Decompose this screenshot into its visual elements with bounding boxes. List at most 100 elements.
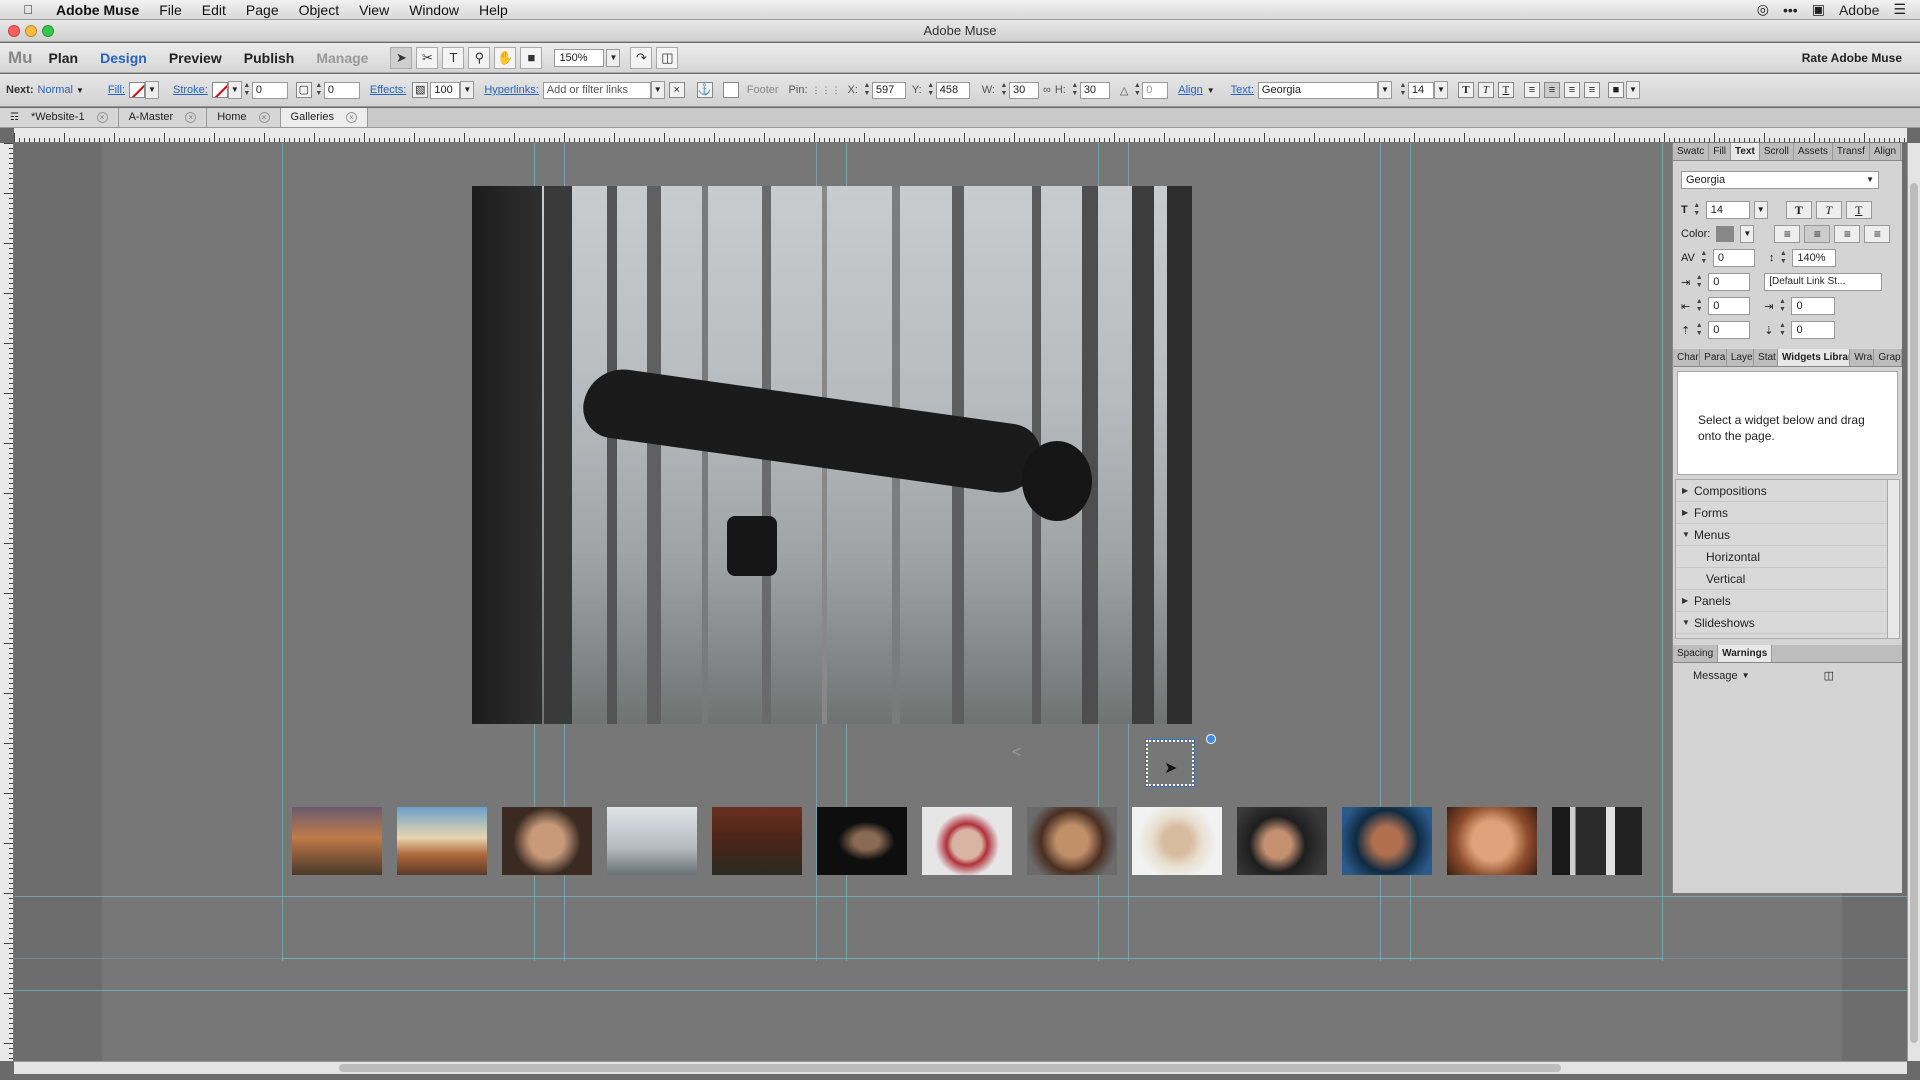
vertical-scrollbar[interactable] (1907, 143, 1920, 1061)
user-menu[interactable]: Adobe (1839, 2, 1879, 18)
thumbnail-10[interactable] (1237, 807, 1327, 875)
link-style-select[interactable]: [Default Link St... (1764, 273, 1883, 291)
horizontal-scroll-thumb[interactable] (339, 1064, 1561, 1072)
footer-guide[interactable] (14, 990, 1907, 991)
close-window-button[interactable] (8, 25, 20, 37)
panel-align-right-icon[interactable]: ≡ (1834, 225, 1861, 243)
tab-states[interactable]: Stat (1754, 349, 1778, 366)
corner-radius-stepper[interactable]: ▲ ▼ (314, 82, 324, 99)
previous-arrow-icon[interactable]: < (1012, 744, 1021, 762)
right-indent-field[interactable]: 0 (1791, 297, 1836, 315)
display-icon[interactable]: ▣ (1812, 1, 1825, 18)
vertical-ruler[interactable] (0, 143, 14, 1061)
rectangle-tool-icon[interactable]: ■ (520, 46, 543, 69)
widget-category-forms[interactable]: ▶ Forms (1676, 502, 1899, 524)
rate-adobe-muse-link[interactable]: Rate Adobe Muse (1802, 51, 1902, 65)
tab-swatches[interactable]: Swatc (1673, 143, 1710, 160)
hyperlinks-label[interactable]: Hyperlinks: (484, 84, 538, 96)
font-family-dropdown-icon[interactable]: ▼ (1377, 81, 1392, 99)
tracking-field[interactable]: 0 (1712, 249, 1755, 267)
h-stepper[interactable]: ▲ ▼ (1070, 82, 1080, 99)
panel-size-dropdown-icon[interactable]: ▼ (1753, 201, 1768, 219)
text-color-dropdown-icon[interactable]: ▼ (1740, 225, 1755, 243)
thumbnail-1[interactable] (292, 807, 382, 875)
tab-fill[interactable]: Fill (1709, 143, 1732, 160)
align-left-icon[interactable]: ≡ (1523, 82, 1540, 98)
menu-file[interactable]: File (149, 2, 192, 18)
widget-category-compositions[interactable]: ▶ Compositions (1676, 480, 1899, 502)
widgets-scrollbar[interactable] (1887, 480, 1899, 638)
font-size-stepper[interactable]: ▲ ▼ (1398, 82, 1408, 99)
view-options-icon[interactable]: ◫ (656, 46, 679, 69)
menu-object[interactable]: Object (289, 2, 349, 18)
widget-item-vertical[interactable]: Vertical (1676, 568, 1899, 590)
menu-help[interactable]: Help (469, 2, 518, 18)
thumbnail-4[interactable] (607, 807, 697, 875)
tab-spacing[interactable]: Spacing (1673, 645, 1719, 662)
tracking-stepper[interactable]: ▲ ▼ (1699, 250, 1709, 267)
thumbnail-13[interactable] (1552, 807, 1642, 875)
thumbnail-9[interactable] (1132, 807, 1222, 875)
chevron-down-icon[interactable]: ▼ (1742, 671, 1750, 680)
fill-label[interactable]: Fill: (108, 84, 125, 96)
text-color-icon[interactable]: ■ (1607, 82, 1624, 98)
close-icon[interactable]: × (258, 112, 270, 123)
widget-category-menus[interactable]: ▼ Menus (1676, 524, 1899, 546)
menu-window[interactable]: Window (399, 2, 469, 18)
fill-dropdown-icon[interactable]: ▼ (145, 81, 159, 99)
app-menu[interactable]: Adobe Muse (46, 2, 149, 18)
underline-button[interactable]: T (1497, 82, 1514, 98)
stroke-swatch[interactable] (211, 82, 228, 98)
camera-status-icon[interactable]: ◎ (1757, 1, 1769, 18)
place-image-icon[interactable]: ↷ (630, 46, 653, 69)
tab-align[interactable]: Align (1870, 143, 1902, 160)
thumbnail-12[interactable] (1447, 807, 1537, 875)
selection-tool-icon[interactable]: ➤ (390, 46, 413, 69)
indent-stepper[interactable]: ▲ ▼ (1694, 274, 1704, 291)
tab-assets[interactable]: Assets (1794, 143, 1833, 160)
fill-swatch[interactable] (129, 82, 145, 98)
horizontal-ruler[interactable] (14, 128, 1907, 143)
x-field[interactable]: 597 (871, 81, 906, 99)
opacity-dropdown-icon[interactable]: ▼ (460, 81, 475, 99)
tab-home[interactable]: Home × (207, 108, 281, 127)
thumbnail-5[interactable] (712, 807, 802, 875)
bold-button[interactable]: T (1457, 82, 1474, 98)
w-field[interactable]: 30 (1008, 81, 1039, 99)
tab-graphic-styles[interactable]: Grap (1874, 349, 1903, 366)
menu-edit[interactable]: Edit (192, 2, 236, 18)
opacity-icon[interactable]: ▧ (412, 82, 429, 98)
leading-stepper[interactable]: ▲ ▼ (1778, 250, 1788, 267)
tab-wrap[interactable]: Wra (1850, 349, 1875, 366)
message-column-header[interactable]: Message (1693, 670, 1738, 682)
text-tool-icon[interactable]: T (442, 46, 465, 69)
thumbnail-3[interactable] (502, 807, 592, 875)
hand-tool-icon[interactable]: ✋ (494, 46, 517, 69)
space-after-stepper[interactable]: ▲ ▼ (1777, 322, 1787, 339)
space-after-field[interactable]: 0 (1791, 321, 1836, 339)
panel-size-stepper[interactable]: ▲ ▼ (1692, 202, 1702, 219)
align-menu[interactable]: Align (1178, 84, 1202, 96)
thumbnail-8[interactable] (1027, 807, 1117, 875)
tab-widgets-library[interactable]: Widgets Library (1777, 349, 1851, 366)
panel-align-center-icon[interactable]: ≡ (1804, 225, 1831, 243)
close-icon[interactable]: × (345, 112, 357, 123)
corner-options-icon[interactable]: ▢ (295, 82, 312, 98)
align-right-icon[interactable]: ≡ (1563, 82, 1580, 98)
space-before-stepper[interactable]: ▲ ▼ (1694, 322, 1704, 339)
link-dimensions-icon[interactable]: ∞ (1043, 84, 1051, 96)
align-center-icon[interactable]: ≡ (1543, 82, 1560, 98)
pin-grid-icon[interactable]: ⋮⋮⋮ (812, 85, 842, 96)
tab-layers[interactable]: Laye (1727, 349, 1755, 366)
x-stepper[interactable]: ▲ ▼ (862, 82, 872, 99)
tab-galleries[interactable]: Galleries × (280, 108, 368, 127)
leading-field[interactable]: 140% (1792, 249, 1837, 267)
thumbnail-7[interactable] (922, 807, 1012, 875)
tab-a-master[interactable]: A-Master × (118, 108, 208, 127)
preview-mode-button[interactable]: Preview (169, 50, 222, 66)
y-field[interactable]: 458 (935, 81, 970, 99)
font-family-field[interactable]: Georgia (1257, 81, 1378, 99)
font-size-field[interactable]: 14 (1407, 81, 1434, 99)
corner-radius-field[interactable]: 0 (323, 81, 360, 99)
w-stepper[interactable]: ▲ ▼ (999, 82, 1009, 99)
